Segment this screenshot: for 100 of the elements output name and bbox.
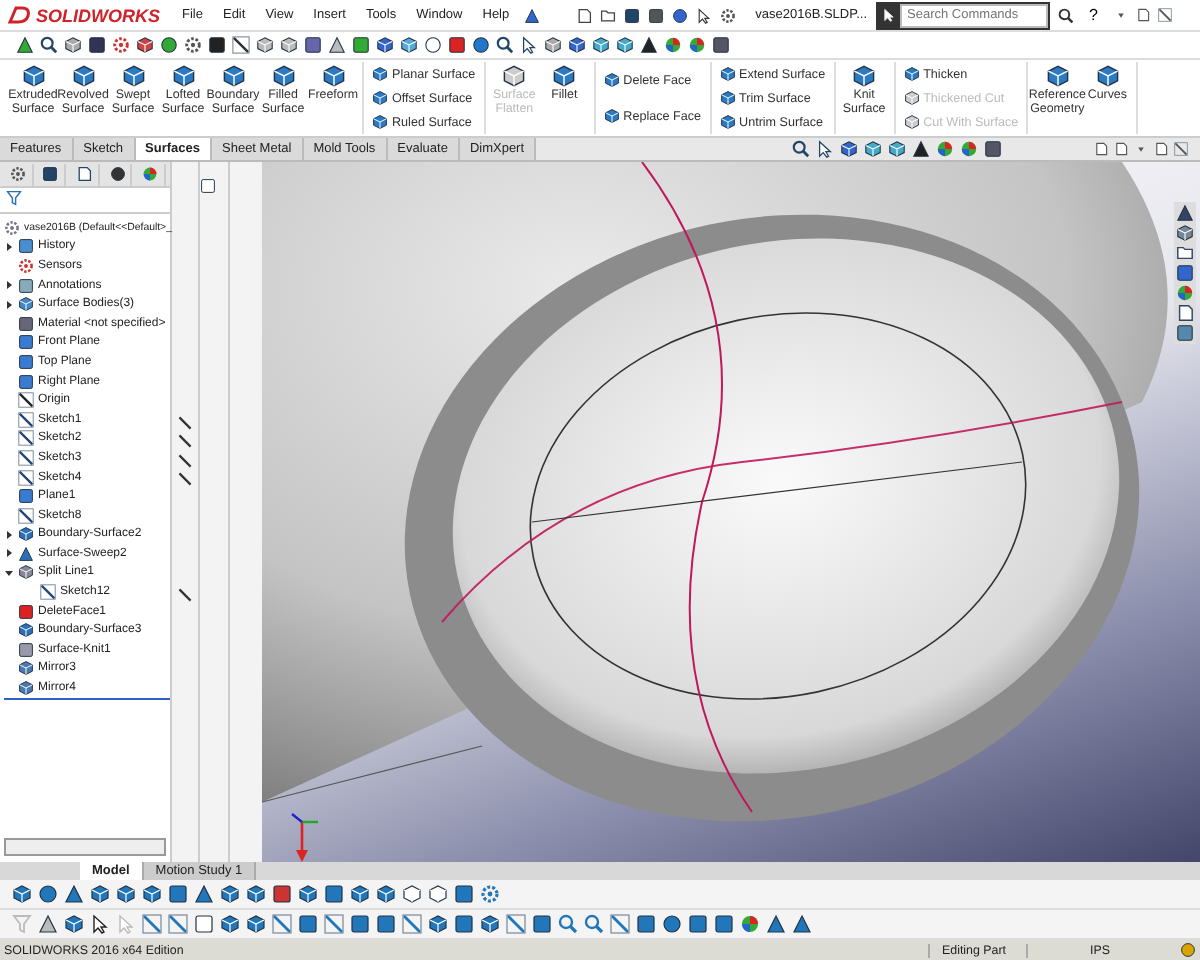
expand-arrow-icon[interactable] (4, 299, 14, 310)
cube-icon[interactable] (298, 884, 318, 904)
cube-icon[interactable] (142, 884, 162, 904)
square-icon[interactable] (272, 884, 292, 904)
logo-text: SOLIDWORKS (36, 5, 160, 25)
cube-icon[interactable] (402, 884, 422, 904)
square-icon[interactable] (448, 36, 466, 54)
folder-icon[interactable] (1176, 244, 1194, 262)
surface-icon (372, 66, 388, 82)
expand-arrow-icon[interactable] (4, 548, 14, 559)
square-icon[interactable] (454, 914, 474, 934)
gear-icon[interactable] (719, 7, 736, 23)
magnifier-icon[interactable] (792, 140, 810, 158)
cube-icon[interactable] (616, 36, 634, 54)
cube-icon (18, 564, 34, 581)
sphere-icon[interactable] (1176, 284, 1194, 302)
search-icon[interactable] (1057, 7, 1074, 23)
circle-icon[interactable] (424, 36, 442, 54)
funnel-icon[interactable] (6, 190, 22, 206)
page-icon[interactable] (1176, 304, 1194, 322)
square-icon[interactable] (88, 36, 106, 54)
circle-icon[interactable] (662, 914, 682, 934)
sphere-icon[interactable] (688, 36, 706, 54)
cube-icon[interactable] (568, 36, 586, 54)
square-icon[interactable] (42, 166, 59, 182)
surface-icon (603, 108, 620, 124)
magnifier-icon[interactable] (584, 914, 604, 934)
square-icon[interactable] (714, 914, 734, 934)
arrow-icon[interactable] (816, 140, 834, 158)
cube-icon[interactable] (64, 36, 82, 54)
tri-icon[interactable] (328, 36, 346, 54)
square-icon[interactable] (454, 884, 474, 904)
expand-arrow-icon[interactable] (4, 241, 14, 252)
gear-icon[interactable] (9, 166, 26, 182)
cube-icon[interactable] (400, 36, 418, 54)
cube-icon[interactable] (12, 884, 32, 904)
tri-icon[interactable] (640, 36, 658, 54)
square-icon[interactable] (712, 36, 730, 54)
cube-icon[interactable] (544, 36, 562, 54)
collapse-arrow-icon[interactable] (4, 567, 14, 578)
circle-icon[interactable] (160, 36, 178, 54)
square-icon[interactable] (376, 914, 396, 934)
square-icon[interactable] (532, 914, 552, 934)
cube-icon[interactable] (280, 36, 298, 54)
line-icon[interactable] (232, 36, 250, 54)
help-button[interactable]: ? (1081, 6, 1106, 24)
sphere-icon[interactable] (664, 36, 682, 54)
expand-arrow-icon[interactable] (4, 280, 14, 291)
cube-icon[interactable] (64, 914, 84, 934)
square-icon[interactable] (208, 36, 226, 54)
square-icon[interactable] (304, 36, 322, 54)
page-icon[interactable] (575, 7, 592, 23)
magnifier-icon[interactable] (40, 36, 58, 54)
square-icon[interactable] (324, 884, 344, 904)
square-icon (18, 641, 34, 658)
cube-icon[interactable] (840, 140, 858, 158)
magnifier-icon[interactable] (558, 914, 578, 934)
square-icon[interactable] (352, 36, 370, 54)
surface-icon (372, 90, 388, 106)
cube-icon[interactable] (350, 884, 370, 904)
cube-icon[interactable] (220, 914, 240, 934)
cube-icon[interactable] (428, 884, 448, 904)
cube-icon[interactable] (116, 884, 136, 904)
magnifier-icon[interactable] (496, 36, 514, 54)
horizontal-scrollbar[interactable] (4, 838, 166, 856)
square-icon[interactable] (350, 914, 370, 934)
expand-arrow-icon[interactable] (4, 529, 14, 540)
cube-icon[interactable] (376, 884, 396, 904)
cube-icon[interactable] (428, 914, 448, 934)
cube-icon[interactable] (90, 884, 110, 904)
tri-icon[interactable] (194, 884, 214, 904)
cube-icon[interactable] (220, 884, 240, 904)
gear-icon[interactable] (480, 884, 500, 904)
sphere-icon[interactable] (960, 140, 978, 158)
cube-icon[interactable] (888, 140, 906, 158)
cube-icon[interactable] (376, 36, 394, 54)
cube-icon[interactable] (136, 36, 154, 54)
folder-icon[interactable] (599, 7, 616, 23)
cube-icon[interactable] (246, 884, 266, 904)
square-icon[interactable] (168, 884, 188, 904)
arrow-icon[interactable] (520, 36, 538, 54)
square-icon[interactable] (984, 140, 1002, 158)
gear-icon[interactable] (112, 36, 130, 54)
cube-icon[interactable] (480, 914, 500, 934)
sphere-icon[interactable] (142, 166, 159, 182)
square-icon[interactable] (636, 914, 656, 934)
cube-icon[interactable] (592, 36, 610, 54)
sphere-icon[interactable] (936, 140, 954, 158)
cube-icon[interactable] (1176, 224, 1194, 242)
square-icon[interactable] (298, 914, 318, 934)
gear-icon[interactable] (184, 36, 202, 54)
square-icon[interactable] (688, 914, 708, 934)
cursor-icon[interactable] (695, 7, 712, 23)
page-icon[interactable] (75, 166, 92, 182)
sphere-icon[interactable] (740, 914, 760, 934)
cube-icon[interactable] (246, 914, 266, 934)
cube-icon[interactable] (864, 140, 882, 158)
circle-icon[interactable] (472, 36, 490, 54)
cube-icon[interactable] (256, 36, 274, 54)
circle-icon[interactable] (38, 884, 58, 904)
